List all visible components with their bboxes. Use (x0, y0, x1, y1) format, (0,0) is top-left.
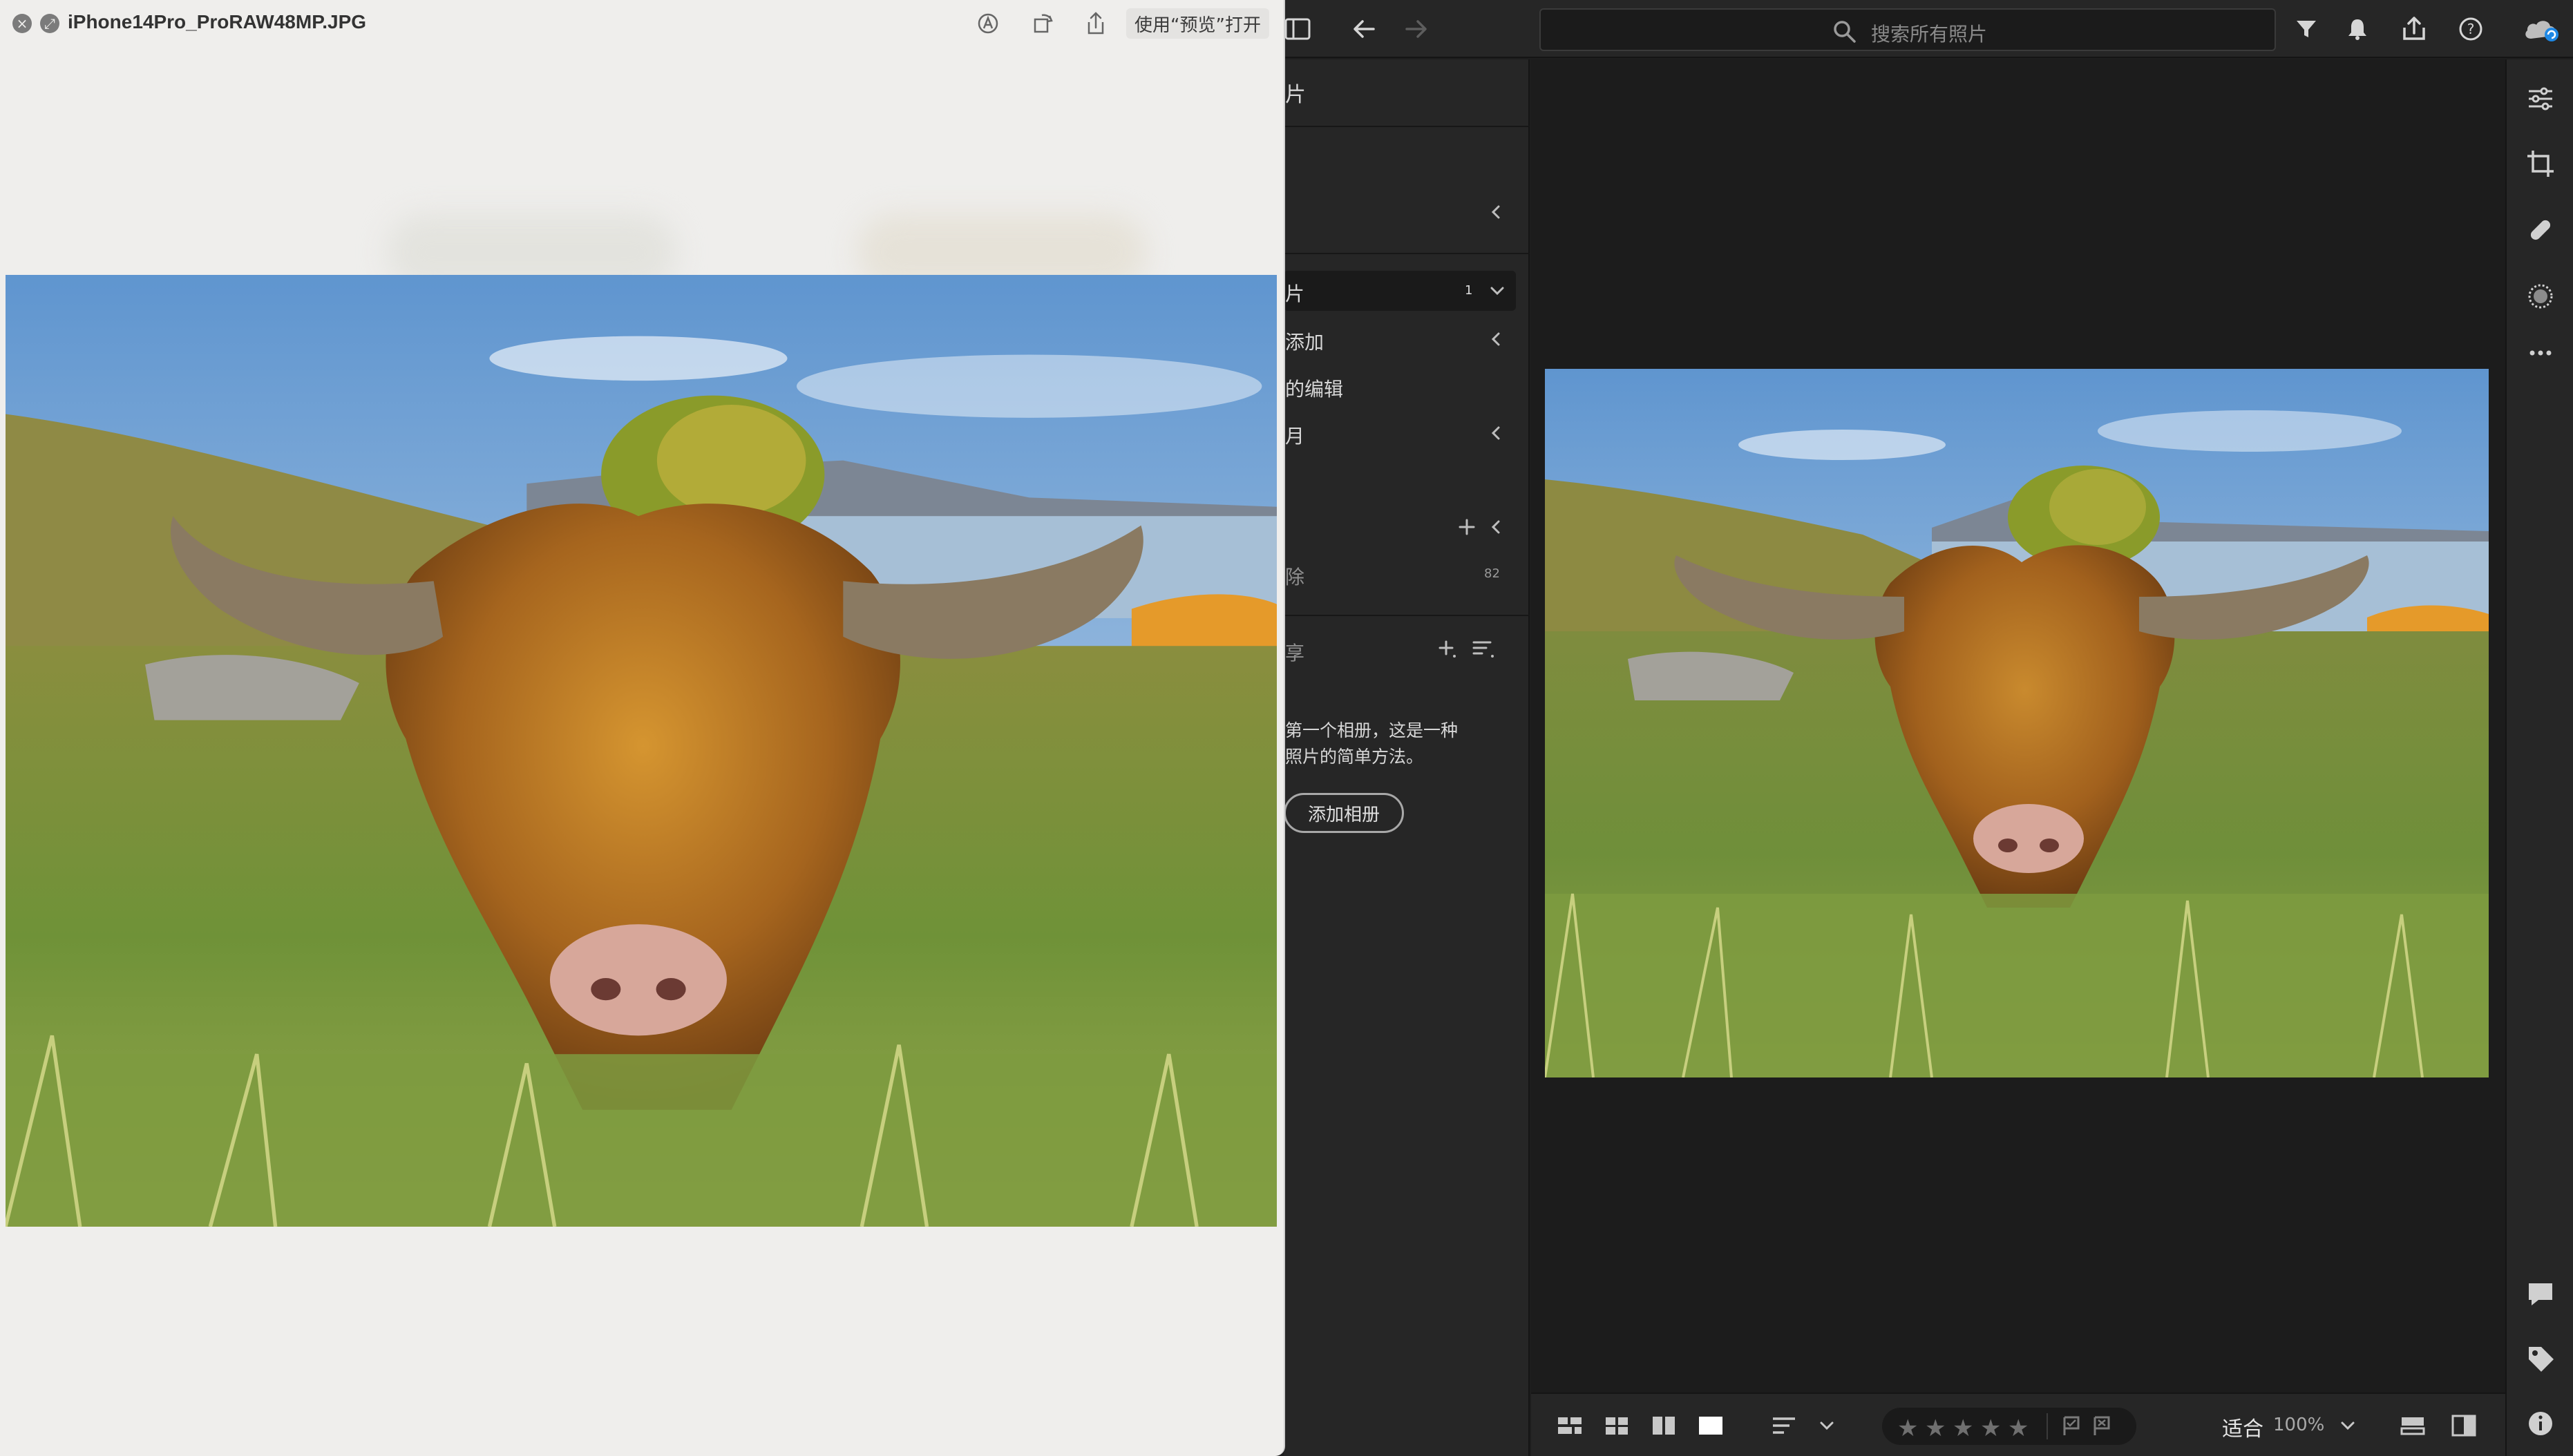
help-icon[interactable]: ? (2451, 10, 2490, 48)
open-with-preview-button[interactable]: 使用“预览”打开 (1126, 8, 1269, 39)
star-rating-3[interactable]: ★ (1953, 1415, 1973, 1442)
add-album-plus-icon[interactable] (1437, 638, 1458, 659)
sort-icon[interactable] (1770, 1412, 1798, 1439)
quicklook-photo (6, 275, 1277, 1227)
sidebar-header: 片 (1285, 83, 1306, 107)
chevron-down-icon[interactable] (2334, 1412, 2362, 1439)
crop-icon[interactable] (2523, 146, 2558, 181)
single-view-icon[interactable] (1697, 1412, 1725, 1439)
comment-icon[interactable] (2523, 1276, 2558, 1311)
healing-icon[interactable] (2523, 213, 2558, 247)
sidebar-item-deleted[interactable]: 除 (1285, 562, 1304, 590)
square-grid-icon[interactable] (1556, 1412, 1584, 1439)
back-arrow-icon[interactable] (1345, 10, 1383, 48)
share-icon[interactable] (2395, 10, 2433, 48)
add-album-button[interactable]: 添加相册 (1284, 793, 1404, 833)
search-field[interactable]: 搜索所有照片 (1539, 8, 2276, 51)
rating-flag-group: ★ ★ ★ ★ ★ (1882, 1408, 2136, 1445)
edit-toolstrip (2505, 59, 2573, 1456)
sidebar-deleted-count: 82 (1484, 566, 1500, 581)
viewer-bottombar: ★ ★ ★ ★ ★ 适合 100% (1531, 1392, 2505, 1456)
search-icon (1831, 18, 1859, 46)
flag-reject-icon[interactable] (2091, 1415, 2114, 1438)
sidebar-item-recently-added[interactable]: 添加 (1285, 327, 1324, 355)
quicklook-filename: iPhone14Pro_ProRAW48MP.JPG (68, 11, 367, 32)
edit-sliders-icon[interactable] (2523, 82, 2558, 116)
chevron-left-icon[interactable] (1485, 202, 1506, 222)
zoom-fit-button[interactable]: 适合 (2222, 1412, 2263, 1442)
svg-text:?: ? (2467, 21, 2475, 37)
share-icon[interactable] (1082, 10, 1110, 37)
close-icon[interactable]: × (12, 14, 32, 33)
more-icon[interactable] (2523, 336, 2558, 370)
quicklook-window: × ⤢ iPhone14Pro_ProRAW48MP.JPG 使用“预览”打开 (0, 0, 1285, 1456)
albums-section-header: 享 (1285, 642, 1305, 664)
chevron-down-icon[interactable] (1487, 280, 1508, 301)
rotate-icon[interactable] (1029, 10, 1057, 37)
star-rating-2[interactable]: ★ (1925, 1415, 1946, 1442)
markup-icon[interactable] (974, 10, 1002, 37)
quicklook-titlebar: × ⤢ iPhone14Pro_ProRAW48MP.JPG 使用“预览”打开 (0, 0, 1284, 48)
sidebar-item-all-photos[interactable]: 片 1 (1284, 271, 1516, 311)
main-photo[interactable] (1545, 369, 2489, 1077)
sidebar-item-edited[interactable]: 的编辑 (1285, 374, 1343, 402)
lightroom-sidebar: 片 片 1 添加 的编辑 月 除 82 享 第一个相册，这是一种 照片的简单方法… (1284, 59, 1530, 1456)
sidebar-item-people[interactable]: 月 (1285, 421, 1304, 449)
albums-hint-line-1: 第一个相册，这是一种 (1285, 720, 1459, 740)
bell-icon[interactable] (2338, 10, 2377, 48)
search-placeholder: 搜索所有照片 (1871, 23, 1988, 46)
filter-icon[interactable] (2287, 10, 2326, 48)
screen: 搜索所有照片 ? 片 片 1 添加 的编辑 月 除 82 享 第一个相册，这是一… (0, 0, 2573, 1456)
star-rating-1[interactable]: ★ (1897, 1415, 1918, 1442)
forward-arrow-icon[interactable] (1397, 10, 1436, 48)
detail-icon[interactable] (1650, 1412, 1678, 1439)
tag-icon[interactable] (2523, 1341, 2558, 1376)
sort-albums-icon[interactable] (1472, 638, 1494, 659)
masking-icon[interactable] (2523, 279, 2558, 314)
compare-icon[interactable] (2399, 1412, 2427, 1439)
sidebar-item-count: 1 (1465, 283, 1473, 298)
cloud-sync-icon[interactable] (2518, 10, 2566, 48)
split-view-icon[interactable] (2450, 1412, 2478, 1439)
plus-icon[interactable] (1456, 517, 1477, 537)
albums-hint-line-2: 照片的简单方法。 (1285, 747, 1424, 767)
chevron-left-icon[interactable] (1485, 517, 1506, 537)
star-rating-4[interactable]: ★ (1980, 1415, 2001, 1442)
flag-pick-icon[interactable] (2060, 1415, 2084, 1438)
chevron-left-icon[interactable] (1485, 329, 1506, 349)
chevron-left-icon[interactable] (1485, 423, 1506, 443)
zoom-percent-button[interactable]: 100% (2273, 1415, 2324, 1435)
info-icon[interactable] (2523, 1406, 2558, 1441)
star-rating-5[interactable]: ★ (2008, 1415, 2029, 1442)
grid-icon[interactable] (1603, 1412, 1631, 1439)
chevron-down-icon[interactable] (1813, 1412, 1841, 1439)
fullscreen-icon[interactable]: ⤢ (40, 14, 59, 33)
sidebar-item-label: 片 (1285, 282, 1305, 305)
